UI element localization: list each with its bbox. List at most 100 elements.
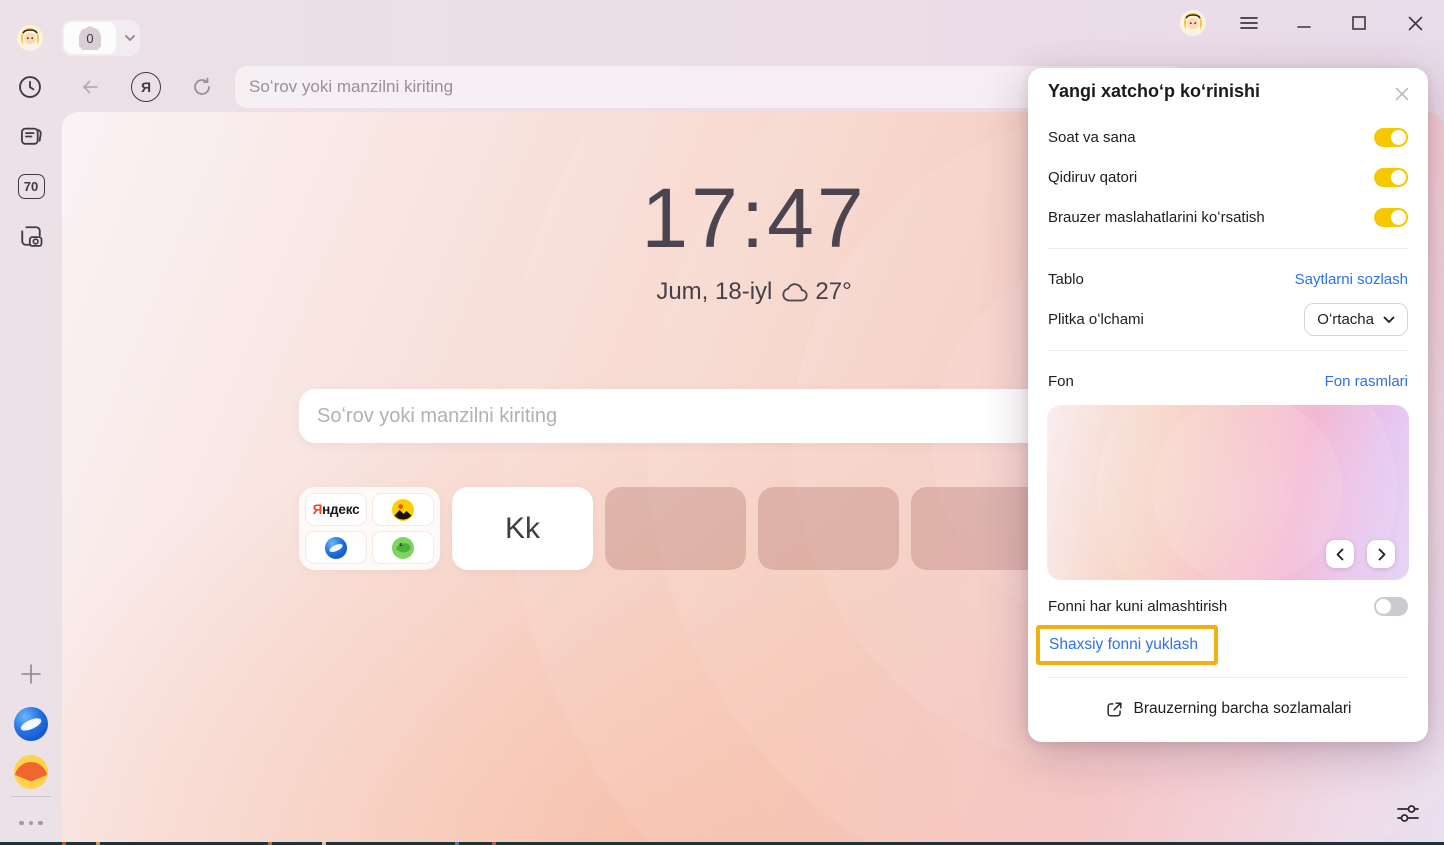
panel-title: Yangi xatchoʻp koʻrinishi — [1048, 81, 1260, 102]
chevron-down-icon — [1383, 316, 1395, 324]
weather-widget[interactable]: 27° — [781, 278, 851, 306]
maximize-icon — [1352, 16, 1366, 30]
menu-button[interactable] — [1235, 9, 1263, 37]
yandex-wordmark: Яндекс — [313, 502, 360, 517]
ellipsis-icon — [19, 821, 43, 826]
toggle-search-row[interactable] — [1374, 168, 1408, 187]
plus-icon — [20, 663, 42, 685]
panel-divider — [1048, 677, 1408, 678]
toggle-daily-background[interactable] — [1374, 597, 1408, 616]
speed-score-badge: 70 — [18, 174, 45, 199]
external-link-icon — [1105, 700, 1124, 719]
sidebar-divider — [11, 796, 51, 797]
temperature-text: 27° — [815, 278, 851, 306]
setting-row-searchbar: Qidiruv qatori — [1048, 162, 1408, 192]
minimize-button[interactable] — [1290, 9, 1318, 37]
tab-list-chevron-down-icon[interactable] — [123, 31, 137, 45]
refresh-button[interactable] — [187, 72, 217, 102]
sidebar-feed-button[interactable] — [0, 122, 62, 150]
all-settings-label: Brauzerning barcha sozlamalari — [1134, 700, 1352, 718]
preview-prev-button[interactable] — [1326, 540, 1354, 568]
back-button[interactable] — [75, 72, 105, 102]
tile-placeholder[interactable] — [605, 487, 746, 570]
history-button[interactable] — [15, 72, 45, 102]
cloud-icon — [781, 282, 808, 302]
disk-sphere-icon — [325, 537, 347, 559]
background-preview[interactable] — [1047, 405, 1409, 580]
toggle-browser-tips[interactable] — [1374, 208, 1408, 227]
clock-display: 17:47 — [641, 170, 866, 267]
tab-counter-badge: 0 — [79, 26, 101, 50]
panel-close-button[interactable] — [1390, 82, 1414, 106]
screenshot-camera-icon — [17, 222, 45, 250]
setting-row-tablo: Tablo Saytlarni sozlash — [1048, 264, 1408, 294]
back-arrow-icon — [78, 75, 102, 99]
avatar-girl-icon — [17, 25, 43, 51]
yandex-disk-shortcut[interactable] — [305, 531, 367, 564]
setting-label: Qidiruv qatori — [1048, 169, 1137, 186]
date-text: Jum, 18-iyl — [656, 278, 772, 306]
clock-history-icon — [17, 74, 43, 100]
sidebar-browser-sphere-button[interactable] — [0, 707, 62, 741]
sidebar-add-button[interactable] — [0, 662, 62, 686]
active-tab[interactable]: 0 — [64, 22, 116, 54]
dropdown-value: Oʻrtacha — [1317, 311, 1374, 328]
maximize-button[interactable] — [1345, 9, 1373, 37]
panel-divider — [1048, 350, 1408, 351]
sliders-icon — [1395, 800, 1421, 826]
yandex-nature-shortcut[interactable] — [372, 531, 434, 564]
yandex-images-shortcut[interactable] — [372, 493, 434, 526]
profile-avatar[interactable] — [17, 25, 43, 51]
sidebar-screenshot-button[interactable] — [0, 222, 62, 250]
avatar-girl-icon — [1180, 10, 1206, 36]
tile-letter-label: Kk — [505, 512, 540, 546]
sidebar-mail-button[interactable] — [0, 755, 62, 789]
newtab-appearance-panel: Yangi xatchoʻp koʻrinishi Soat va sana Q… — [1028, 68, 1428, 742]
tile-size-dropdown[interactable]: Oʻrtacha — [1304, 303, 1408, 336]
setting-row-clock: Soat va sana — [1048, 122, 1408, 152]
chevron-left-icon — [1334, 548, 1347, 561]
annotation-highlight-box: Shaxsiy fonni yuklash — [1036, 625, 1218, 665]
sidebar-more-button[interactable] — [0, 818, 62, 828]
browser-sphere-icon — [14, 707, 48, 741]
site-tile-kk[interactable]: Kk — [452, 487, 593, 570]
preview-next-button[interactable] — [1367, 540, 1395, 568]
background-gallery-link[interactable]: Fon rasmlari — [1325, 373, 1408, 390]
toggle-clock-date[interactable] — [1374, 128, 1408, 147]
close-icon — [1394, 86, 1410, 102]
close-window-button[interactable] — [1401, 9, 1429, 37]
all-browser-settings-link[interactable]: Brauzerning barcha sozlamalari — [1028, 694, 1428, 724]
minimize-icon — [1297, 16, 1311, 30]
setting-label: Tablo — [1048, 271, 1084, 288]
tab-group[interactable]: 0 — [62, 20, 140, 56]
setting-label: Fonni har kuni almashtirish — [1048, 598, 1227, 615]
hamburger-icon — [1240, 16, 1258, 30]
setting-label: Plitka oʻlchami — [1048, 311, 1144, 328]
sidebar-speed-badge-button[interactable]: 70 — [0, 173, 62, 199]
mail-icon — [14, 755, 48, 789]
date-weather-line: Jum, 18-iyl 27° — [656, 278, 851, 306]
setting-row-background: Fon Fon rasmlari — [1048, 366, 1408, 396]
yandex-logo-icon: Я — [131, 72, 161, 102]
refresh-icon — [190, 75, 214, 99]
images-icon — [392, 499, 414, 521]
page-settings-fab[interactable] — [1394, 799, 1422, 827]
setting-label: Brauzer maslahatlarini koʻrsatish — [1048, 209, 1265, 226]
tile-placeholder[interactable] — [758, 487, 899, 570]
setting-row-tile-size: Plitka oʻlchami Oʻrtacha — [1048, 303, 1408, 336]
feed-pages-icon — [18, 123, 45, 150]
chevron-right-icon — [1375, 548, 1388, 561]
close-icon — [1408, 16, 1423, 31]
upload-custom-background-link[interactable]: Shaxsiy fonni yuklash — [1049, 636, 1198, 654]
profile-avatar-right[interactable] — [1180, 10, 1206, 36]
setting-label: Fon — [1048, 373, 1074, 390]
yandex-services-widget-tile[interactable]: Яндекс — [299, 487, 440, 570]
yandex-home-button[interactable]: Я — [131, 72, 161, 102]
setting-row-daily-background: Fonni har kuni almashtirish — [1048, 591, 1408, 621]
configure-sites-link[interactable]: Saytlarni sozlash — [1295, 271, 1408, 288]
newtab-search-input[interactable] — [317, 405, 1132, 428]
green-creature-icon — [392, 537, 414, 559]
yandex-search-shortcut[interactable]: Яндекс — [305, 493, 367, 526]
newtab-search-bar[interactable] — [299, 389, 1150, 443]
setting-label: Soat va sana — [1048, 129, 1136, 146]
